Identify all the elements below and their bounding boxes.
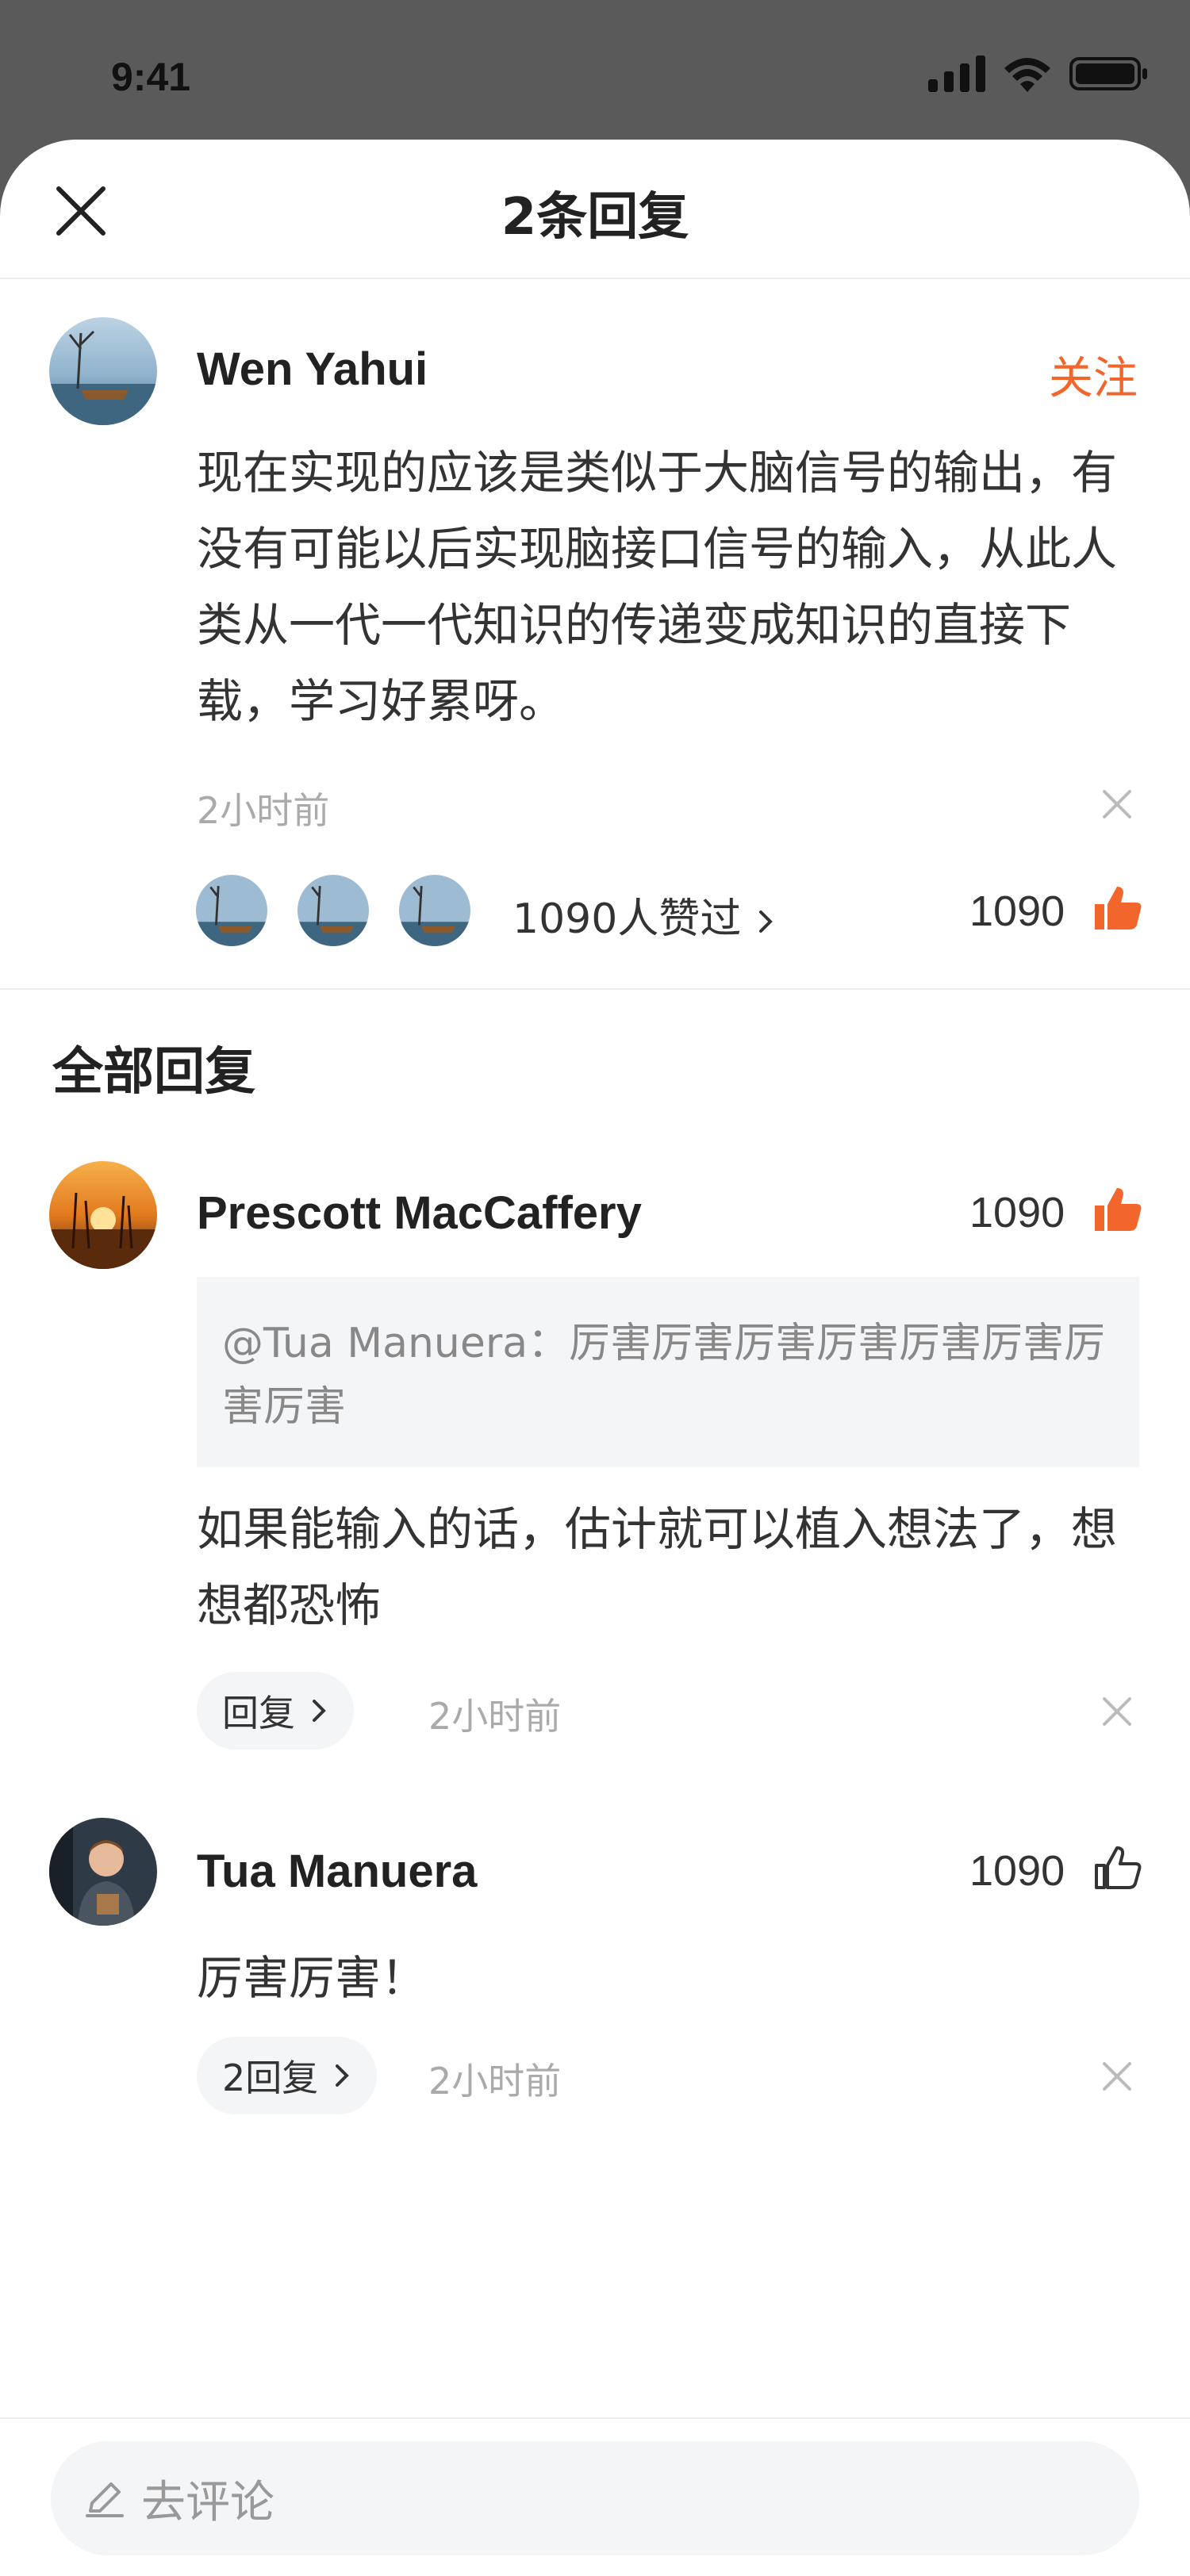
like-count: 1090 [969,1189,1065,1236]
battery-icon [1069,57,1147,90]
comment-time: 2小时前 [197,789,330,832]
comment-input[interactable]: 去评论 [51,2441,1139,2555]
dismiss-icon[interactable] [1100,1694,1134,1729]
status-bar: 9:41 [0,0,1190,143]
wifi-icon [1004,58,1050,92]
sheet-header: 2条回复 [0,140,1190,279]
avatar[interactable] [49,1818,157,1926]
comment-sheet: 2条回复 Wen Yahui 关注 现在实现的应该是类似于大脑信号的输出，有没有… [0,140,1190,2576]
quoted-reply: @Tua Manuera：厉害厉害厉害厉害厉害厉害厉害厉害 [197,1277,1139,1467]
status-icons [928,56,1149,92]
author-name[interactable]: Wen Yahui [197,343,428,396]
liker-avatar[interactable] [194,872,270,949]
view-replies-button[interactable]: 2回复 [197,2037,378,2114]
page-title: 2条回复 [501,188,689,247]
follow-button[interactable]: 关注 [1049,343,1138,407]
comment-placeholder: 去评论 [141,2476,274,2528]
thumbs-up-filled-icon[interactable] [1092,882,1144,934]
author-name[interactable]: Tua Manuera [197,1845,477,1898]
likes-link[interactable]: 1090人赞过 [512,885,777,945]
chevron-right-icon [758,910,773,933]
like-count: 1090 [969,887,1065,935]
comment-bar: 去评论 [0,2417,1190,2576]
status-time: 9:41 [111,55,191,99]
thumbs-up-outline-icon[interactable] [1092,1842,1144,1894]
comment-text: 现在实现的应该是类似于大脑信号的输出，有没有可能以后实现脑接口信号的输入，从此人… [197,446,1118,728]
reply-time: 2小时前 [428,1695,562,1738]
avatar[interactable] [49,1161,157,1269]
reply-button[interactable]: 回复 [197,1672,354,1750]
section-title: 全部回复 [52,1043,255,1102]
liker-avatar[interactable] [295,872,371,949]
like-count: 1090 [969,1847,1065,1895]
dismiss-icon[interactable] [1100,787,1134,822]
reply-text: 如果能输入的话，估计就可以植入想法了，想想都恐怖 [197,1502,1118,1632]
reply-text: 厉害厉害！ [197,1951,428,2005]
avatar[interactable] [49,317,157,425]
author-name[interactable]: Prescott MacCaffery [197,1186,642,1240]
likes-link-label: 1090人赞过 [512,895,742,943]
dismiss-icon[interactable] [1100,2059,1134,2094]
reply-time: 2小时前 [428,2060,562,2103]
chevron-right-icon [313,1700,326,1722]
chevron-right-icon [336,2064,350,2087]
divider [0,988,1190,990]
signal-icon [928,56,985,92]
thumbs-up-filled-icon[interactable] [1092,1183,1144,1236]
pencil-icon [86,2482,124,2517]
liker-avatar[interactable] [397,872,473,949]
reply-button-label: 回复 [222,1692,295,1735]
view-replies-label: 2回复 [222,2057,319,2099]
